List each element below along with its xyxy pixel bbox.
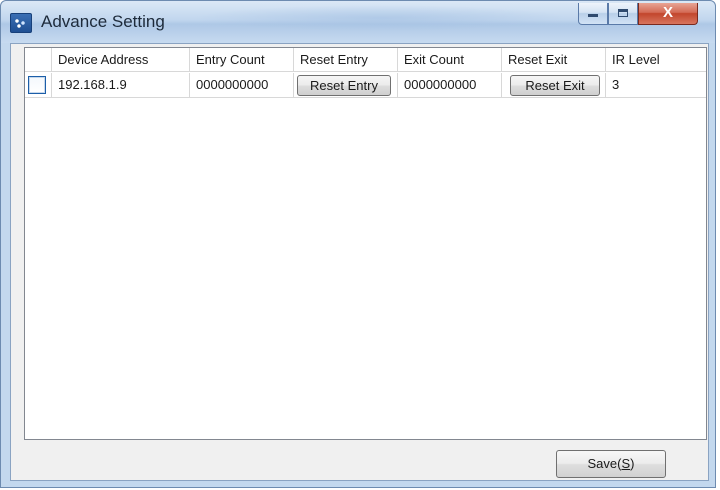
header-ir-level[interactable]: IR Level xyxy=(606,48,706,72)
reset-exit-cell: Reset Exit xyxy=(502,73,606,97)
ir-level-cell[interactable]: 3 xyxy=(606,73,706,97)
advance-setting-window: Advance Setting X Device Address Entry C… xyxy=(0,0,716,488)
maximize-button[interactable] xyxy=(608,3,638,25)
save-label-suffix: ) xyxy=(630,456,635,471)
exit-count-cell[interactable]: 0000000000 xyxy=(398,73,502,97)
device-grid[interactable]: Device Address Entry Count Reset Entry E… xyxy=(24,47,707,440)
header-device-address[interactable]: Device Address xyxy=(52,48,190,72)
header-select-column xyxy=(25,48,52,72)
save-button[interactable]: Save(S) xyxy=(556,450,666,478)
title-bar-glow xyxy=(191,5,571,31)
minimize-icon xyxy=(588,14,598,17)
table-row[interactable]: 192.168.1.9 0000000000 Reset Entry 00000… xyxy=(25,73,706,98)
close-button[interactable]: X xyxy=(638,3,698,25)
header-reset-entry[interactable]: Reset Entry xyxy=(294,48,398,72)
save-label-prefix: Save( xyxy=(587,456,622,471)
header-reset-exit[interactable]: Reset Exit xyxy=(502,48,606,72)
app-icon[interactable] xyxy=(10,13,32,33)
maximize-icon xyxy=(618,9,628,17)
entry-count-cell[interactable]: 0000000000 xyxy=(190,73,294,97)
header-exit-count[interactable]: Exit Count xyxy=(398,48,502,72)
title-bar[interactable]: Advance Setting X xyxy=(1,1,715,43)
reset-exit-button[interactable]: Reset Exit xyxy=(510,75,600,96)
device-address-cell[interactable]: 192.168.1.9 xyxy=(52,73,190,97)
row-checkbox[interactable] xyxy=(28,76,46,94)
select-cell xyxy=(25,73,52,97)
window-title: Advance Setting xyxy=(41,12,165,31)
save-label-mnemonic: S xyxy=(621,456,631,471)
grid-header: Device Address Entry Count Reset Entry E… xyxy=(25,48,706,72)
client-area: Device Address Entry Count Reset Entry E… xyxy=(10,43,709,481)
header-entry-count[interactable]: Entry Count xyxy=(190,48,294,72)
minimize-button[interactable] xyxy=(578,3,608,25)
reset-entry-cell: Reset Entry xyxy=(294,73,398,97)
reset-entry-button[interactable]: Reset Entry xyxy=(297,75,391,96)
close-icon: X xyxy=(662,4,673,21)
